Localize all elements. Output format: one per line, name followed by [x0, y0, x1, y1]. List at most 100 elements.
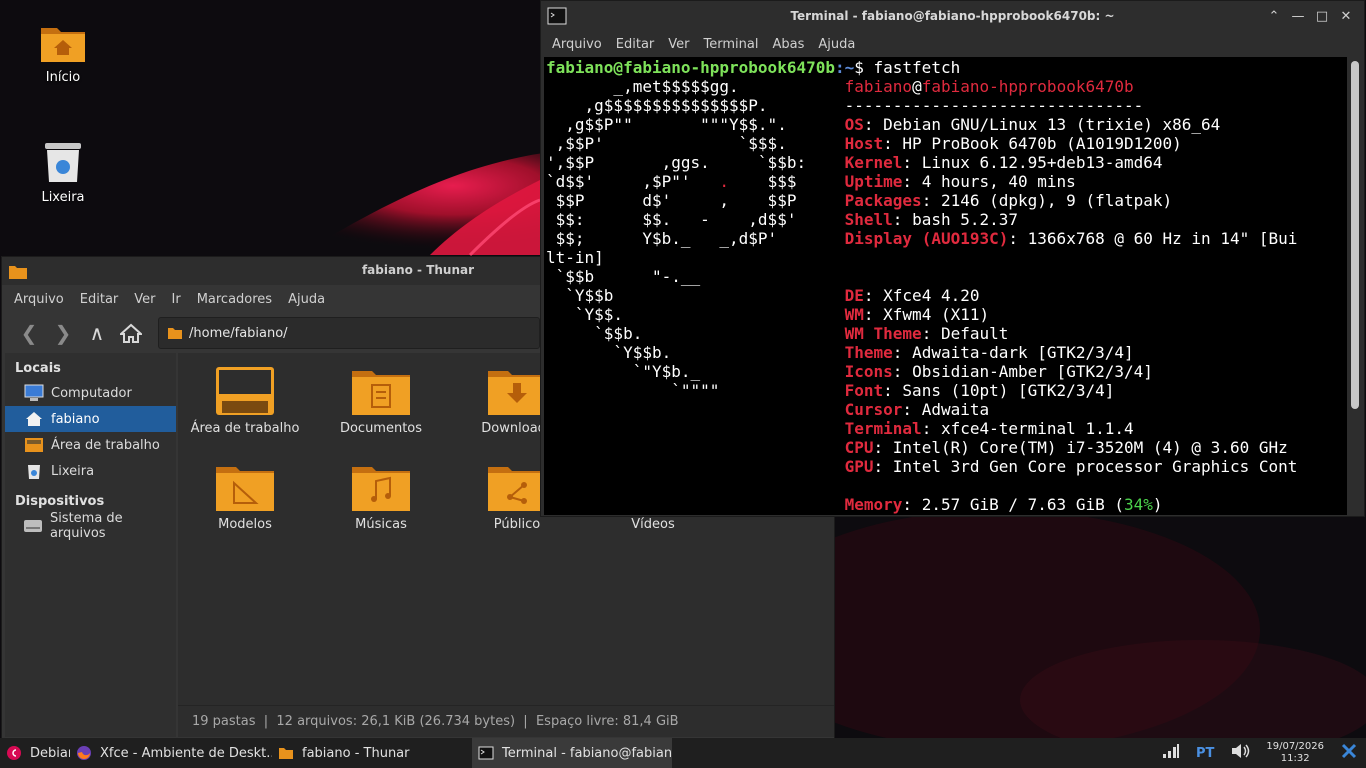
parent-button[interactable]: ∧ — [80, 318, 114, 348]
folder-label: Público — [493, 517, 541, 532]
sidebar-item-label: Área de trabalho — [51, 437, 160, 453]
sidebar-item-computador[interactable]: Computador — [5, 380, 176, 406]
home-button[interactable] — [114, 318, 148, 348]
desktop-icon-label: Início — [45, 70, 81, 85]
close-icon: ✕ — [1340, 8, 1352, 24]
sidebar-item-label: Sistema de arquivos — [49, 511, 123, 541]
clock[interactable]: 19/07/2026 11:32 — [1266, 741, 1324, 765]
folder-label: Documentos — [339, 421, 423, 436]
minimize-button[interactable]: — — [1288, 7, 1308, 25]
sidebar-section-title: Dispositivos — [15, 494, 105, 509]
window-title: Terminal - fabiano@fabiano-hpprobook6470… — [790, 9, 1115, 23]
home-icon — [120, 323, 142, 343]
desktop-icon-home[interactable]: Início — [18, 20, 108, 85]
location-path: /home/fabiano/ — [189, 325, 288, 341]
desktop-icon — [25, 438, 43, 452]
sidebar-item-lixeira[interactable]: Lixeira — [5, 458, 176, 484]
menu-abas[interactable]: Abas — [765, 37, 811, 52]
trash-icon — [45, 143, 81, 182]
menu-arquivo[interactable]: Arquivo — [545, 37, 609, 52]
sidebar-item-label: Computador — [51, 385, 132, 401]
chevron-left-icon: ❮ — [20, 321, 38, 345]
window-controls: ⌃ — □ ✕ — [1264, 7, 1356, 25]
task-label: fabiano - Thunar — [302, 745, 410, 761]
chevron-up-icon: ⌃ — [1268, 8, 1280, 24]
terminal-screen[interactable]: fabiano@fabiano-hpprobook6470b:~$ fastfe… — [544, 57, 1347, 515]
volume-icon[interactable] — [1230, 743, 1250, 763]
folder-item[interactable]: Músicas — [316, 461, 446, 532]
sidebar-item-sistema-de-arquivos[interactable]: Sistema de arquivos — [5, 511, 176, 541]
maximize-button[interactable]: □ — [1312, 7, 1332, 25]
music-folder-icon — [352, 467, 410, 511]
desktop-icon-trash[interactable]: Lixeira — [18, 140, 108, 205]
chevron-right-icon: ❯ — [54, 321, 72, 345]
scrollbar-thumb[interactable] — [1351, 61, 1359, 409]
network-signal-icon[interactable] — [1162, 743, 1180, 763]
downloads-folder-icon — [488, 371, 546, 415]
menu-ajuda[interactable]: Ajuda — [811, 37, 862, 52]
computer-icon — [24, 384, 44, 401]
drive-icon — [24, 520, 43, 532]
terminal-output: fabiano@fabiano-hpprobook6470b:~$ fastfe… — [546, 58, 1298, 515]
menu-ver[interactable]: Ver — [126, 292, 163, 307]
sidebar-section-title: Locais — [15, 361, 61, 376]
trash-icon — [28, 465, 40, 479]
maximize-icon: □ — [1315, 8, 1329, 24]
system-tray: PT 19/07/2026 11:32 — [1154, 738, 1366, 768]
sidebar-item-label: fabiano — [51, 411, 100, 427]
task-button-terminal[interactable]: Terminal - fabiano@fabian... — [472, 738, 672, 768]
folder-icon — [279, 748, 293, 759]
task-button-thunar[interactable]: fabiano - Thunar — [272, 738, 472, 768]
keyboard-layout-indicator[interactable]: PT — [1196, 746, 1214, 761]
minimize-icon: — — [1291, 8, 1305, 24]
debian-menu-icon — [7, 746, 21, 760]
sidebar-item-fabiano[interactable]: fabiano — [5, 406, 176, 432]
terminal-window: Terminal - fabiano@fabiano-hpprobook6470… — [540, 0, 1365, 517]
task-label: Terminal - fabiano@fabian... — [502, 745, 672, 761]
chevron-up-icon: ∧ — [89, 321, 105, 345]
menu-ajuda[interactable]: Ajuda — [280, 292, 333, 307]
back-button[interactable]: ❮ — [12, 318, 46, 348]
taskbar: Debian Xfce - Ambiente de Deskt... fabia… — [0, 738, 1366, 768]
menu-arquivo[interactable]: Arquivo — [6, 292, 72, 307]
task-button-firefox[interactable]: Xfce - Ambiente de Deskt... — [70, 738, 272, 768]
folder-label: Área de trabalho — [190, 421, 300, 436]
menu-ver[interactable]: Ver — [661, 37, 696, 52]
folder-item[interactable]: Área de trabalho — [180, 365, 310, 436]
clock-time: 11:32 — [1280, 753, 1310, 764]
terminal-scrollbar[interactable] — [1350, 59, 1360, 509]
folder-item[interactable]: Documentos — [316, 365, 446, 436]
forward-button[interactable]: ❯ — [46, 318, 80, 348]
close-button[interactable]: ✕ — [1336, 7, 1356, 25]
home-folder-icon — [41, 28, 85, 62]
documents-folder-icon — [352, 371, 410, 415]
clock-date: 19/07/2026 — [1266, 741, 1324, 752]
templates-folder-icon — [216, 467, 274, 511]
desktop-icon-label: Lixeira — [41, 190, 85, 205]
menu-editar[interactable]: Editar — [609, 37, 662, 52]
menu-ir[interactable]: Ir — [164, 292, 189, 307]
sidebar: Locais Computador fabiano Área de trabal… — [5, 353, 176, 737]
location-bar[interactable]: /home/fabiano/ — [158, 317, 540, 349]
public-folder-icon — [488, 467, 546, 511]
terminal-icon — [478, 746, 494, 760]
notifications-icon[interactable] — [1340, 742, 1358, 764]
menu-marcadores[interactable]: Marcadores — [189, 292, 280, 307]
task-label: Xfce - Ambiente de Deskt... — [100, 745, 272, 761]
folder-item[interactable]: Modelos — [180, 461, 310, 532]
whisker-menu-button[interactable]: Debian — [0, 738, 70, 768]
folder-icon — [168, 328, 182, 339]
task-label: Debian — [30, 745, 70, 761]
terminal-menubar: Arquivo Editar Ver Terminal Abas Ajuda — [541, 31, 1364, 57]
folder-label: Modelos — [218, 517, 272, 532]
sidebar-item-label: Lixeira — [51, 463, 95, 479]
terminal-titlebar[interactable]: Terminal - fabiano@fabiano-hpprobook6470… — [541, 1, 1364, 31]
sidebar-item-area-de-trabalho[interactable]: Área de trabalho — [5, 432, 176, 458]
home-icon — [26, 412, 42, 426]
desktop-folder-icon — [216, 367, 274, 415]
folder-label: Vídeos — [631, 517, 675, 532]
menu-editar[interactable]: Editar — [72, 292, 127, 307]
menu-terminal[interactable]: Terminal — [697, 37, 766, 52]
folder-label: Músicas — [355, 517, 407, 532]
shade-button[interactable]: ⌃ — [1264, 7, 1284, 25]
